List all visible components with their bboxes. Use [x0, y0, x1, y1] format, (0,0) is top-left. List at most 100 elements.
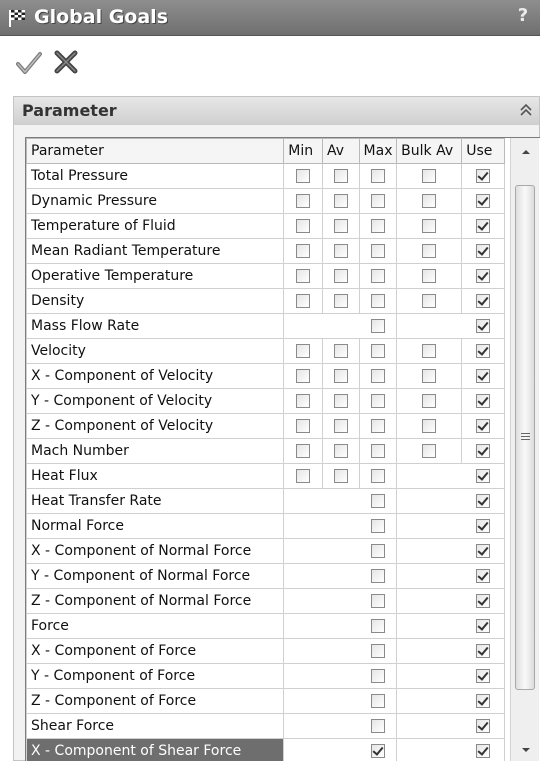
min-checkbox[interactable] [296, 344, 311, 358]
min-checkbox[interactable] [296, 244, 311, 258]
av-checkbox[interactable] [333, 244, 348, 258]
av-checkbox[interactable] [333, 219, 348, 233]
use-checkbox[interactable] [476, 269, 491, 283]
bulk-checkbox[interactable] [422, 419, 437, 433]
use-checkbox[interactable] [476, 594, 491, 608]
max-checkbox[interactable] [370, 669, 385, 683]
use-checkbox[interactable] [476, 294, 491, 308]
bulk-checkbox[interactable] [422, 219, 437, 233]
min-checkbox[interactable] [296, 219, 311, 233]
use-checkbox[interactable] [476, 369, 491, 383]
max-checkbox[interactable] [370, 169, 385, 183]
use-checkbox[interactable] [476, 419, 491, 433]
table-row[interactable]: Heat Transfer Rate [26, 488, 505, 514]
use-checkbox[interactable] [476, 469, 491, 483]
use-checkbox[interactable] [476, 219, 491, 233]
max-checkbox[interactable] [370, 619, 385, 633]
bulk-checkbox[interactable] [422, 169, 437, 183]
use-checkbox[interactable] [476, 494, 491, 508]
table-row[interactable]: Temperature of Fluid [26, 213, 505, 239]
column-header-max[interactable]: Max [358, 138, 398, 164]
max-checkbox[interactable] [370, 594, 385, 608]
use-checkbox[interactable] [476, 244, 491, 258]
table-row[interactable]: Mass Flow Rate [26, 313, 505, 339]
min-checkbox[interactable] [296, 444, 311, 458]
bulk-checkbox[interactable] [422, 444, 437, 458]
av-checkbox[interactable] [333, 344, 348, 358]
av-checkbox[interactable] [333, 169, 348, 183]
av-checkbox[interactable] [333, 419, 348, 433]
max-checkbox[interactable] [370, 494, 385, 508]
table-row[interactable]: X - Component of Shear Force [26, 738, 505, 761]
bulk-checkbox[interactable] [422, 369, 437, 383]
table-row[interactable]: X - Component of Velocity [26, 363, 505, 389]
use-checkbox[interactable] [476, 519, 491, 533]
column-header-bulk-av[interactable]: Bulk Av [396, 138, 463, 164]
max-checkbox[interactable] [370, 319, 385, 333]
bulk-checkbox[interactable] [422, 269, 437, 283]
max-checkbox[interactable] [370, 369, 385, 383]
table-row[interactable]: Total Pressure [26, 163, 505, 189]
column-header-min[interactable]: Min [283, 138, 323, 164]
arrow-up-icon[interactable] [520, 147, 532, 157]
min-checkbox[interactable] [296, 169, 311, 183]
use-checkbox[interactable] [476, 319, 491, 333]
min-checkbox[interactable] [296, 194, 311, 208]
max-checkbox[interactable] [370, 744, 385, 758]
table-row[interactable]: Z - Component of Velocity [26, 413, 505, 439]
table-row[interactable]: Mach Number [26, 438, 505, 464]
av-checkbox[interactable] [333, 469, 348, 483]
column-header-av[interactable]: Av [321, 138, 360, 164]
use-checkbox[interactable] [476, 644, 491, 658]
table-row[interactable]: Dynamic Pressure [26, 188, 505, 214]
table-row[interactable]: Y - Component of Force [26, 663, 505, 689]
max-checkbox[interactable] [370, 544, 385, 558]
use-checkbox[interactable] [476, 719, 491, 733]
arrow-down-icon[interactable] [520, 745, 532, 755]
parameter-group-header[interactable]: Parameter [14, 97, 539, 125]
max-checkbox[interactable] [370, 419, 385, 433]
max-checkbox[interactable] [370, 344, 385, 358]
min-checkbox[interactable] [296, 294, 311, 308]
min-checkbox[interactable] [296, 269, 311, 283]
table-row[interactable]: Mean Radiant Temperature [26, 238, 505, 264]
use-checkbox[interactable] [476, 544, 491, 558]
bulk-checkbox[interactable] [422, 244, 437, 258]
max-checkbox[interactable] [370, 569, 385, 583]
av-checkbox[interactable] [333, 444, 348, 458]
max-checkbox[interactable] [370, 519, 385, 533]
use-checkbox[interactable] [476, 669, 491, 683]
help-button[interactable]: ? [512, 5, 534, 26]
max-checkbox[interactable] [370, 719, 385, 733]
use-checkbox[interactable] [476, 344, 491, 358]
bulk-checkbox[interactable] [422, 294, 437, 308]
av-checkbox[interactable] [333, 294, 348, 308]
use-checkbox[interactable] [476, 394, 491, 408]
table-row[interactable]: Shear Force [26, 713, 505, 739]
table-row[interactable]: Z - Component of Force [26, 688, 505, 714]
av-checkbox[interactable] [333, 394, 348, 408]
min-checkbox[interactable] [296, 419, 311, 433]
bulk-checkbox[interactable] [422, 344, 437, 358]
table-row[interactable]: Operative Temperature [26, 263, 505, 289]
min-checkbox[interactable] [296, 394, 311, 408]
max-checkbox[interactable] [370, 219, 385, 233]
table-row[interactable]: X - Component of Normal Force [26, 538, 505, 564]
checkmark-icon[interactable] [16, 51, 42, 75]
max-checkbox[interactable] [370, 269, 385, 283]
max-checkbox[interactable] [370, 694, 385, 708]
table-row[interactable]: Heat Flux [26, 463, 505, 489]
max-checkbox[interactable] [370, 469, 385, 483]
column-header-parameter[interactable]: Parameter [26, 138, 285, 164]
close-x-icon[interactable] [54, 50, 78, 74]
use-checkbox[interactable] [476, 169, 491, 183]
av-checkbox[interactable] [333, 194, 348, 208]
max-checkbox[interactable] [370, 444, 385, 458]
use-checkbox[interactable] [476, 744, 491, 758]
table-row[interactable]: X - Component of Force [26, 638, 505, 664]
column-header-use[interactable]: Use [461, 138, 505, 164]
bulk-checkbox[interactable] [422, 394, 437, 408]
use-checkbox[interactable] [476, 444, 491, 458]
table-row[interactable]: Force [26, 613, 505, 639]
max-checkbox[interactable] [370, 194, 385, 208]
